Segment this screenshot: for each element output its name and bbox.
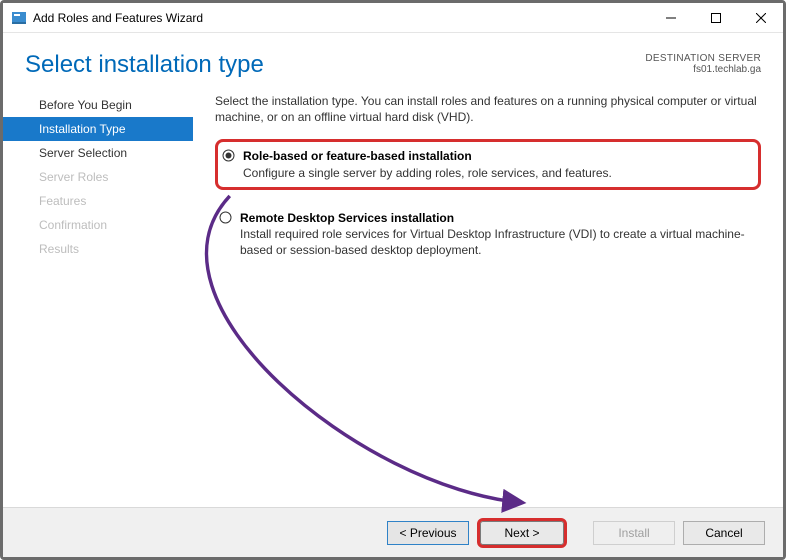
destination-server-block: DESTINATION SERVER fs01.techlab.ga <box>645 51 761 75</box>
header: Select installation type DESTINATION SER… <box>3 33 783 87</box>
option-role-based[interactable]: Role-based or feature-based installation… <box>215 139 761 189</box>
step-server-roles: Server Roles <box>3 165 193 189</box>
step-features: Features <box>3 189 193 213</box>
step-confirmation: Confirmation <box>3 213 193 237</box>
content: Before You Begin Installation Type Serve… <box>3 87 783 507</box>
step-before-you-begin[interactable]: Before You Begin <box>3 93 193 117</box>
next-button[interactable]: Next > <box>477 518 567 548</box>
window-controls <box>648 3 783 32</box>
main-panel: Select the installation type. You can in… <box>193 87 783 507</box>
radio-icon[interactable] <box>219 211 232 224</box>
option-desc: Install required role services for Virtu… <box>240 226 753 258</box>
install-button: Install <box>593 521 675 545</box>
wizard-window: Add Roles and Features Wizard Select ins… <box>0 0 786 560</box>
destination-label: DESTINATION SERVER <box>645 53 761 64</box>
titlebar: Add Roles and Features Wizard <box>3 3 783 33</box>
destination-value: fs01.techlab.ga <box>645 64 761 75</box>
close-button[interactable] <box>738 3 783 32</box>
server-manager-icon <box>11 10 27 26</box>
option-desc: Configure a single server by adding role… <box>243 165 750 181</box>
step-installation-type[interactable]: Installation Type <box>3 117 193 141</box>
option-title: Remote Desktop Services installation <box>240 210 753 226</box>
step-server-selection[interactable]: Server Selection <box>3 141 193 165</box>
sidebar: Before You Begin Installation Type Serve… <box>3 87 193 507</box>
minimize-button[interactable] <box>648 3 693 32</box>
titlebar-text: Add Roles and Features Wizard <box>33 11 648 25</box>
intro-text: Select the installation type. You can in… <box>215 93 761 125</box>
option-title: Role-based or feature-based installation <box>243 148 750 164</box>
footer: < Previous Next > Install Cancel <box>3 507 783 557</box>
radio-icon[interactable] <box>222 149 235 162</box>
option-body: Role-based or feature-based installation… <box>243 148 750 180</box>
maximize-button[interactable] <box>693 3 738 32</box>
page-title: Select installation type <box>25 51 645 79</box>
cancel-button[interactable]: Cancel <box>683 521 765 545</box>
previous-button[interactable]: < Previous <box>387 521 469 545</box>
option-remote-desktop[interactable]: Remote Desktop Services installation Ins… <box>215 204 761 265</box>
step-results: Results <box>3 237 193 261</box>
option-body: Remote Desktop Services installation Ins… <box>240 210 753 259</box>
